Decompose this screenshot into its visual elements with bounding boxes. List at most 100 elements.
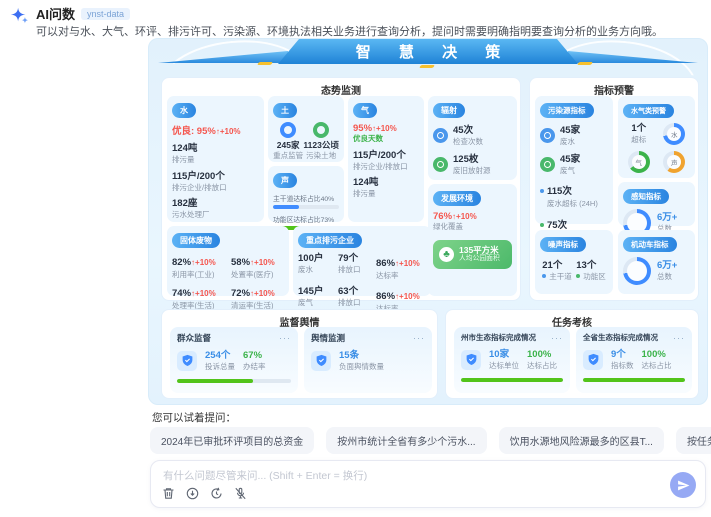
radiation-check-icon	[433, 128, 448, 143]
soil-stat: 245家 重点监管	[273, 122, 303, 160]
radiation-stat: 45次 检查次数	[433, 125, 512, 147]
suggestion-chip[interactable]: 按州市统计全省有多少个污水...	[326, 427, 486, 454]
block-noise-indicators: 噪声指标 21个 主干道 13个 功能区	[535, 230, 613, 294]
realtime-stat: 1个 超标	[631, 123, 646, 145]
send-icon	[677, 479, 690, 492]
progress-bar	[177, 379, 253, 383]
progress-bar	[461, 378, 563, 382]
soil-stat: 1123公顷 污染土地	[303, 122, 338, 160]
noise-idx-stat: 21个 主干道	[542, 260, 572, 282]
mic-off-icon[interactable]	[234, 487, 247, 500]
card-menu-icon[interactable]: ···	[551, 333, 563, 343]
bar-fill	[273, 205, 299, 209]
solid-waste-badge: 固体废物	[172, 233, 220, 248]
block-vehicle-indicators: 机动车指标 6万+ 总数	[618, 230, 695, 294]
bullet-dot	[576, 274, 580, 278]
realtime-warning-badge: 水气类预警	[623, 104, 674, 118]
panel-situation-monitoring: 态势监测 水 优良: 95%↑+10% 124吨 排污量 115户/200个 排…	[161, 77, 521, 301]
block-key-polluters: 重点排污企业 100户废水 79个排放口 86%↑+10%达标率 145户废气 …	[293, 226, 431, 296]
solid-stat: 58%↑+10% 处置率(医疗)	[231, 252, 284, 280]
solid-stat: 82%↑+10% 利用率(工业)	[172, 252, 225, 280]
card-stat: 67% 办结率	[243, 350, 266, 372]
question-input[interactable]	[163, 467, 603, 485]
eco-trend: ↑+10%	[452, 212, 477, 221]
assistant-description: 可以对与水、大气、环评、排污许可、污染源、环境执法相关业务进行查询分析，提问时需…	[36, 23, 696, 39]
delete-icon[interactable]	[162, 487, 175, 500]
assistant-title: AI问数	[36, 4, 75, 23]
ring-gauge-noise: 声	[663, 151, 685, 173]
card-public-supervision: 群众监督 ··· 254个 投诉总量 67% 办结率	[170, 327, 298, 393]
dashboard-card: 智 慧 决 策 态势监测 水 优良: 95%↑+10% 124吨 排污量 115…	[148, 38, 708, 405]
card-opinion-monitoring: 舆情监测 ··· 15条 负面舆情数量	[304, 327, 432, 393]
banner-accent	[419, 65, 435, 68]
noise-indicators-badge: 噪声指标	[540, 237, 586, 252]
vehicle-gauge	[623, 257, 651, 285]
card-stat: 100% 达标占比	[642, 349, 672, 371]
suggestion-chip[interactable]: 饮用水源地风险源最多的区县T...	[499, 427, 664, 454]
shield-icon	[461, 350, 481, 370]
block-air: 气 95%↑+10% 优良天数 115户/200个 排污企业/排放口 124吨 …	[348, 96, 424, 222]
block-pollution-source-indicators: 污染源指标 45家 废水 45家 废气 115次 废水超标 (24H)	[535, 96, 613, 224]
block-water: 水 优良: 95%↑+10% 124吨 排污量 115户/200个 排污企业/排…	[167, 96, 264, 222]
card-city-indicators: 州市生态指标完成情况 ··· 10家 达标单位 100% 达标占比	[454, 327, 570, 393]
send-button[interactable]	[670, 472, 696, 498]
eco-green-card: ♣ 135平方米 人均公园面积	[433, 240, 512, 269]
card-menu-icon[interactable]: ···	[279, 333, 291, 343]
shield-icon	[311, 351, 331, 371]
bullet-dot	[542, 274, 546, 278]
download-icon[interactable]	[186, 487, 199, 500]
donut-icon	[280, 122, 296, 138]
noise-bar: 主干道达标占比40%	[273, 193, 339, 209]
solid-stat: 74%↑+10% 处理率(生活)	[172, 283, 225, 311]
card-stat: 254个 投诉总量	[205, 350, 235, 372]
waste-gas-icon	[540, 157, 555, 172]
block-solid-waste: 固体废物 82%↑+10% 利用率(工业) 58%↑+10% 处置率(医疗) 7…	[167, 226, 289, 296]
source-alert: 115次 废水超标 (24H)	[540, 181, 608, 209]
bullet-dot	[540, 189, 544, 193]
water-trend: ↑+10%	[216, 127, 241, 136]
panel-indicator-warning: 指标预警 污染源指标 45家 废水 45家 废气 115次 废水超标 (24H)	[529, 77, 699, 301]
suggest-label: 您可以试着提问：	[152, 410, 236, 425]
key-polluters-badge: 重点排污企业	[298, 233, 362, 248]
banner-accent	[577, 62, 593, 65]
noise-idx-stat: 13个 功能区	[576, 260, 606, 282]
air-headline: 95%	[353, 123, 372, 134]
water-stat: 124吨 排污量	[172, 143, 259, 165]
composer	[150, 460, 706, 508]
banner-accent	[257, 62, 273, 65]
block-soil: 土 245家 重点监管 1123公顷 污染土地	[268, 96, 344, 162]
history-icon[interactable]	[210, 487, 223, 500]
panel-supervision-opinion: 监督舆情 群众监督 ··· 254个 投诉总量 67% 办结率	[161, 309, 438, 399]
card-stat: 9个 指标数	[611, 349, 634, 371]
assistant-header: AI问数 ynst-data	[36, 4, 130, 23]
wastewater-icon	[540, 128, 555, 143]
card-menu-icon[interactable]: ···	[413, 333, 425, 343]
radiation-source-icon	[433, 157, 448, 172]
air-sub: 优良天数	[353, 134, 419, 144]
assistant-tag: ynst-data	[81, 8, 130, 20]
card-menu-icon[interactable]: ···	[673, 333, 685, 343]
card-stat: 15条 负面舆情数量	[339, 350, 384, 372]
block-sensing-indicators: 感知指标 6万+ 总数	[618, 182, 695, 226]
park-icon: ♣	[439, 247, 454, 262]
card-stat: 10家 达标单位	[489, 349, 519, 371]
shield-icon	[583, 350, 603, 370]
shield-icon	[177, 351, 197, 371]
water-badge: 水	[172, 103, 196, 118]
air-badge: 气	[353, 103, 377, 118]
suggestion-chip[interactable]: 按任务状态分析2024年出动执...	[676, 427, 711, 454]
ring-gauge-water: 水	[663, 123, 685, 145]
suggestion-chip[interactable]: 2024年已审批环评项目的总资金	[150, 427, 314, 454]
solid-stat: 72%↑+10% 清运率(生活)	[231, 283, 284, 311]
water-headline: 优良: 95%	[172, 126, 216, 137]
progress-bar	[583, 378, 685, 382]
eco-headline: 76%	[433, 211, 452, 222]
block-radiation: 辐射 45次 检查次数 125枚 废旧放射源	[428, 96, 517, 180]
radiation-stat: 125枚 废旧放射源	[433, 154, 512, 176]
polluters-row: 100户废水 79个排放口 86%↑+10%达标率	[298, 253, 426, 281]
block-eco-environment: 发展环境 76%↑+10% 绿化覆盖 ♣ 135平方米 人均公园面积	[428, 184, 517, 296]
dashboard-banner-title: 智 慧 决 策	[278, 39, 578, 64]
eco-sub: 绿化覆盖	[433, 222, 512, 232]
bullet-dot	[540, 223, 544, 227]
air-stat: 115户/200个 排污企业/排放口	[353, 150, 419, 172]
